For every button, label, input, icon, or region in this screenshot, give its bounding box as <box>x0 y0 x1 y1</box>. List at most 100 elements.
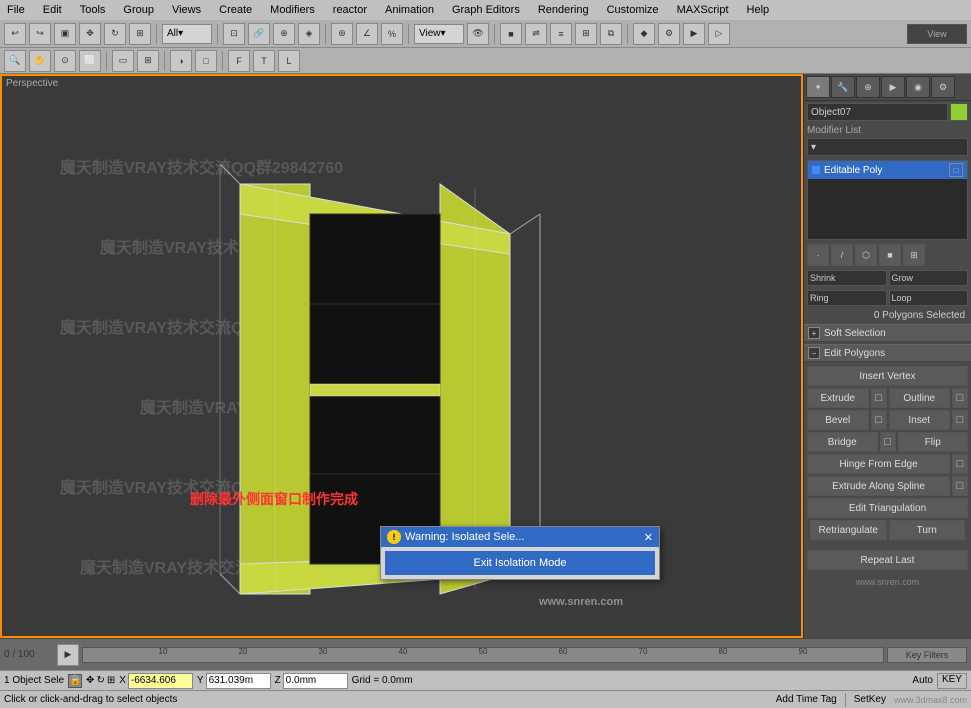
menu-maxscript[interactable]: MAXScript <box>674 3 732 17</box>
maximize-btn[interactable]: ⬜ <box>79 50 101 72</box>
zoom-btn[interactable]: 🔍 <box>4 50 26 72</box>
x-input[interactable] <box>128 673 193 689</box>
create-panel-icon[interactable]: ✦ <box>806 76 830 98</box>
timeline-bar[interactable]: 10 20 30 40 50 60 70 80 90 <box>82 647 884 663</box>
lock-btn[interactable]: 🔒 <box>68 674 82 688</box>
top-view-btn[interactable]: T <box>253 50 275 72</box>
link-btn[interactable]: 🔗 <box>248 23 270 45</box>
window-cross-btn[interactable]: ⊞ <box>137 50 159 72</box>
bridge-btn[interactable]: Bridge <box>807 432 878 452</box>
scale-icon[interactable]: ⊞ <box>107 675 115 686</box>
snap-btn[interactable]: ⊛ <box>331 23 353 45</box>
flip-btn[interactable]: Flip <box>898 432 969 452</box>
grow-dropdown[interactable]: Grow <box>889 270 969 286</box>
extrude-spline-btn[interactable]: Extrude Along Spline <box>807 476 950 496</box>
menu-create[interactable]: Create <box>216 3 255 17</box>
undo-btn[interactable]: ↩ <box>4 23 26 45</box>
move-icon[interactable]: ✥ <box>86 675 94 686</box>
edit-triangulation-btn[interactable]: Edit Triangulation <box>807 498 968 518</box>
rotate-btn[interactable]: ↻ <box>104 23 126 45</box>
redo-btn[interactable]: ↪ <box>29 23 51 45</box>
bevel-settings-btn[interactable]: □ <box>871 410 887 430</box>
select-obj-btn[interactable]: ⊡ <box>223 23 245 45</box>
modify-panel-icon[interactable]: 🔧 <box>831 76 855 98</box>
bind-btn[interactable]: ⊕ <box>273 23 295 45</box>
vertex-btn[interactable]: · <box>807 244 829 266</box>
display-panel-icon[interactable]: ◉ <box>906 76 930 98</box>
retriangulate-btn[interactable]: Retriangulate <box>810 520 887 540</box>
wireframe-btn[interactable]: □ <box>195 50 217 72</box>
z-input[interactable] <box>283 673 348 689</box>
menu-modifiers[interactable]: Modifiers <box>267 3 318 17</box>
insert-vertex-btn[interactable]: Insert Vertex <box>807 366 968 386</box>
menu-tools[interactable]: Tools <box>77 3 109 17</box>
extrude-spline-settings-btn[interactable]: □ <box>952 476 968 496</box>
soft-selection-header[interactable]: + Soft Selection <box>804 324 971 342</box>
clone-btn[interactable]: ⧉ <box>600 23 622 45</box>
modifier-list-dropdown[interactable]: ▾ <box>807 138 968 156</box>
key-btn[interactable]: KEY <box>937 673 967 689</box>
edit-polygons-toggle[interactable]: − <box>808 347 820 359</box>
inset-settings-btn[interactable]: □ <box>952 410 968 430</box>
spacing-btn[interactable]: ⊞ <box>575 23 597 45</box>
filter-dropdown[interactable]: All▾ <box>162 24 212 44</box>
warning-close-btn[interactable]: ✕ <box>644 531 653 544</box>
pan-btn[interactable]: ✋ <box>29 50 51 72</box>
inset-btn[interactable]: Inset <box>889 410 951 430</box>
angle-snap-btn[interactable]: ∠ <box>356 23 378 45</box>
render-setup-btn[interactable]: ⚙ <box>658 23 680 45</box>
orbit-btn[interactable]: ⊙ <box>54 50 76 72</box>
select-btn[interactable]: ▣ <box>54 23 76 45</box>
menu-edit[interactable]: Edit <box>40 3 65 17</box>
hinge-btn[interactable]: Hinge From Edge <box>807 454 950 474</box>
scale-btn[interactable]: ⊞ <box>129 23 151 45</box>
loop-dropdown[interactable]: Loop <box>889 290 969 306</box>
bridge-settings-btn[interactable]: □ <box>880 432 896 452</box>
quick-render-btn[interactable]: ▷ <box>708 23 730 45</box>
play-btn[interactable]: ▶ <box>57 644 79 666</box>
rotate-icon[interactable]: ↻ <box>96 675 104 686</box>
render-btn[interactable]: ▶ <box>683 23 705 45</box>
extrude-btn[interactable]: Extrude <box>807 388 869 408</box>
menu-file[interactable]: File <box>4 3 28 17</box>
object-name-input[interactable] <box>807 103 948 121</box>
move-btn[interactable]: ✥ <box>79 23 101 45</box>
ring-dropdown[interactable]: Ring <box>807 290 887 306</box>
hierarchy-btn[interactable]: ◈ <box>298 23 320 45</box>
border-btn[interactable]: ⬡ <box>855 244 877 266</box>
y-input[interactable] <box>206 673 271 689</box>
key-filters-btn[interactable]: Key Filters <box>887 647 967 663</box>
view-btn2[interactable]: 👁 <box>467 23 489 45</box>
percent-snap-btn[interactable]: % <box>381 23 403 45</box>
polygon-btn[interactable]: ■ <box>879 244 901 266</box>
shrink-dropdown[interactable]: Shrink <box>807 270 887 286</box>
utilities-panel-icon[interactable]: ⚙ <box>931 76 955 98</box>
edge-btn[interactable]: / <box>831 244 853 266</box>
soft-selection-toggle[interactable]: + <box>808 327 820 339</box>
shading-btn[interactable]: ◑ <box>170 50 192 72</box>
menu-group[interactable]: Group <box>120 3 157 17</box>
menu-help[interactable]: Help <box>744 3 773 17</box>
extrude-settings-btn[interactable]: □ <box>871 388 887 408</box>
named-sel-btn[interactable]: ■ <box>500 23 522 45</box>
stack-item-expand[interactable]: □ <box>949 163 963 177</box>
element-btn[interactable]: ⊞ <box>903 244 925 266</box>
menu-animation[interactable]: Animation <box>382 3 437 17</box>
outline-settings-btn[interactable]: □ <box>952 388 968 408</box>
mirror-btn[interactable]: ⇌ <box>525 23 547 45</box>
menu-customize[interactable]: Customize <box>604 3 662 17</box>
hinge-settings-btn[interactable]: □ <box>952 454 968 474</box>
bevel-btn[interactable]: Bevel <box>807 410 869 430</box>
menu-graph-editors[interactable]: Graph Editors <box>449 3 523 17</box>
stack-item-editable-poly[interactable]: Editable Poly □ <box>808 161 967 179</box>
front-view-btn[interactable]: F <box>228 50 250 72</box>
object-color-swatch[interactable] <box>950 103 968 121</box>
align-btn[interactable]: ≡ <box>550 23 572 45</box>
view-dropdown[interactable]: View▾ <box>414 24 464 44</box>
outline-btn[interactable]: Outline <box>889 388 951 408</box>
select-region-btn[interactable]: ▭ <box>112 50 134 72</box>
menu-reactor[interactable]: reactor <box>330 3 370 17</box>
exit-isolation-btn[interactable]: Exit Isolation Mode <box>385 551 655 575</box>
left-view-btn[interactable]: L <box>278 50 300 72</box>
menu-views[interactable]: Views <box>169 3 204 17</box>
